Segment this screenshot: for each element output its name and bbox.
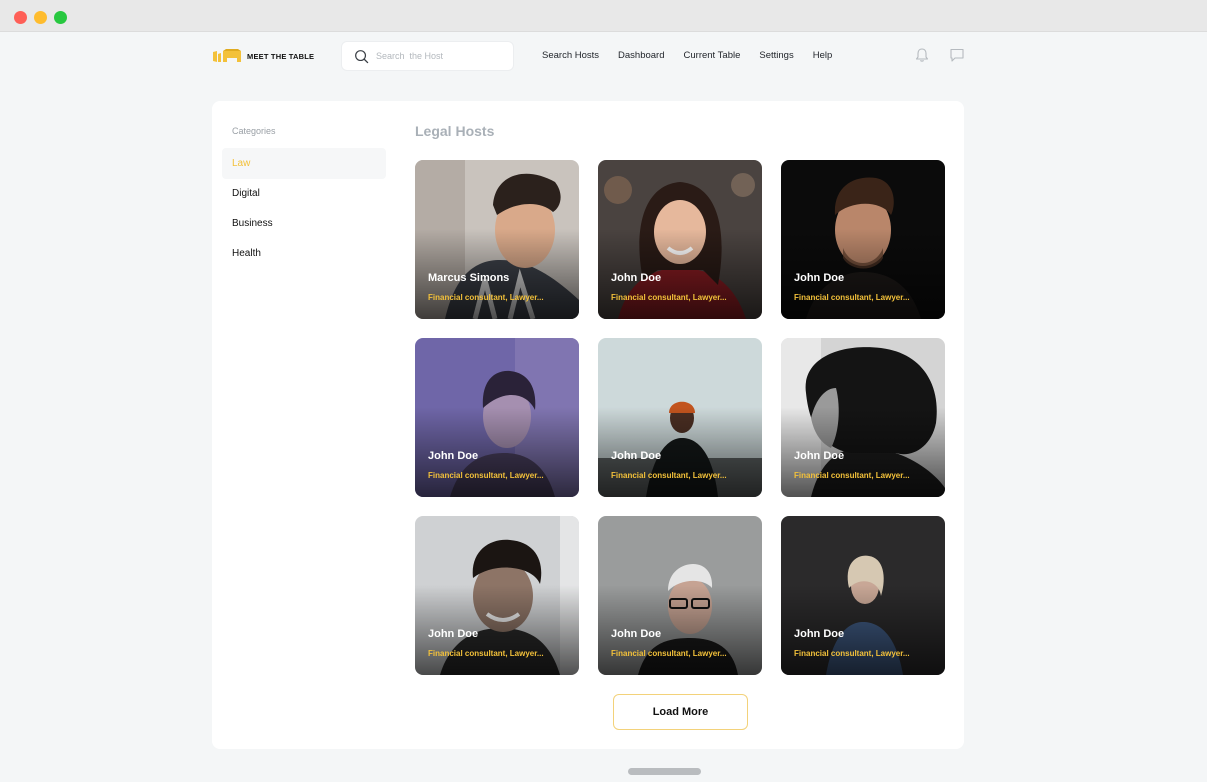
host-name: John Doe — [794, 272, 845, 284]
host-role: Financial consultant, Lawyer... — [428, 471, 544, 480]
search-input[interactable] — [376, 51, 506, 61]
host-role: Financial consultant, Lawyer... — [611, 293, 727, 302]
host-card[interactable]: John Doe Financial consultant, Lawyer... — [781, 338, 945, 497]
host-role: Financial consultant, Lawyer... — [611, 649, 727, 658]
close-window-button[interactable] — [14, 11, 27, 24]
host-card[interactable]: John Doe Financial consultant, Lawyer... — [415, 338, 579, 497]
brand-logo[interactable]: MEET THE TABLE — [212, 48, 314, 64]
host-role: Financial consultant, Lawyer... — [794, 471, 910, 480]
main-card: Categories Law Digital Business Health L… — [212, 101, 964, 749]
category-business[interactable]: Business — [222, 208, 386, 239]
nav-help[interactable]: Help — [813, 50, 833, 62]
host-name: John Doe — [611, 272, 662, 284]
nav-current-table[interactable]: Current Table — [684, 50, 741, 62]
section-title: Legal Hosts — [415, 123, 495, 139]
host-name: Marcus Simons — [428, 272, 510, 284]
host-card[interactable]: Marcus Simons Financial consultant, Lawy… — [415, 160, 579, 319]
host-name: John Doe — [794, 628, 845, 640]
host-role: Financial consultant, Lawyer... — [428, 649, 544, 658]
host-card[interactable]: John Doe Financial consultant, Lawyer... — [781, 160, 945, 319]
brand-name: MEET THE TABLE — [247, 51, 315, 61]
search-box[interactable] — [341, 41, 514, 71]
logo-mark-icon — [213, 49, 241, 62]
search-icon — [355, 49, 369, 63]
nav-search-hosts[interactable]: Search Hosts — [542, 50, 599, 62]
hosts-grid: Marcus Simons Financial consultant, Lawy… — [415, 160, 946, 675]
host-card[interactable]: John Doe Financial consultant, Lawyer... — [598, 516, 762, 675]
category-digital[interactable]: Digital — [222, 178, 386, 209]
categories-title: Categories — [232, 126, 276, 136]
nav-dashboard[interactable]: Dashboard — [618, 50, 664, 62]
host-card[interactable]: John Doe Financial consultant, Lawyer... — [781, 516, 945, 675]
host-role: Financial consultant, Lawyer... — [794, 293, 910, 302]
host-card[interactable]: John Doe Financial consultant, Lawyer... — [415, 516, 579, 675]
nav-settings[interactable]: Settings — [759, 50, 793, 62]
load-more-button[interactable]: Load More — [613, 694, 748, 730]
host-card[interactable]: John Doe Financial consultant, Lawyer... — [598, 338, 762, 497]
window-titlebar — [0, 0, 1207, 32]
maximize-window-button[interactable] — [54, 11, 67, 24]
main-nav: Search Hosts Dashboard Current Table Set… — [542, 50, 851, 62]
category-list: Law Digital Business Health — [222, 148, 386, 268]
scrollbar-handle[interactable] — [628, 768, 701, 775]
bell-icon[interactable] — [914, 47, 930, 63]
host-name: John Doe — [428, 628, 479, 640]
host-name: John Doe — [611, 450, 662, 462]
host-card[interactable]: John Doe Financial consultant, Lawyer... — [598, 160, 762, 319]
host-role: Financial consultant, Lawyer... — [794, 649, 910, 658]
minimize-window-button[interactable] — [34, 11, 47, 24]
host-name: John Doe — [428, 450, 479, 462]
chat-icon[interactable] — [949, 47, 965, 63]
host-role: Financial consultant, Lawyer... — [428, 293, 544, 302]
category-law[interactable]: Law — [222, 148, 386, 179]
host-name: John Doe — [611, 628, 662, 640]
host-name: John Doe — [794, 450, 845, 462]
host-role: Financial consultant, Lawyer... — [611, 471, 727, 480]
category-health[interactable]: Health — [222, 238, 386, 269]
